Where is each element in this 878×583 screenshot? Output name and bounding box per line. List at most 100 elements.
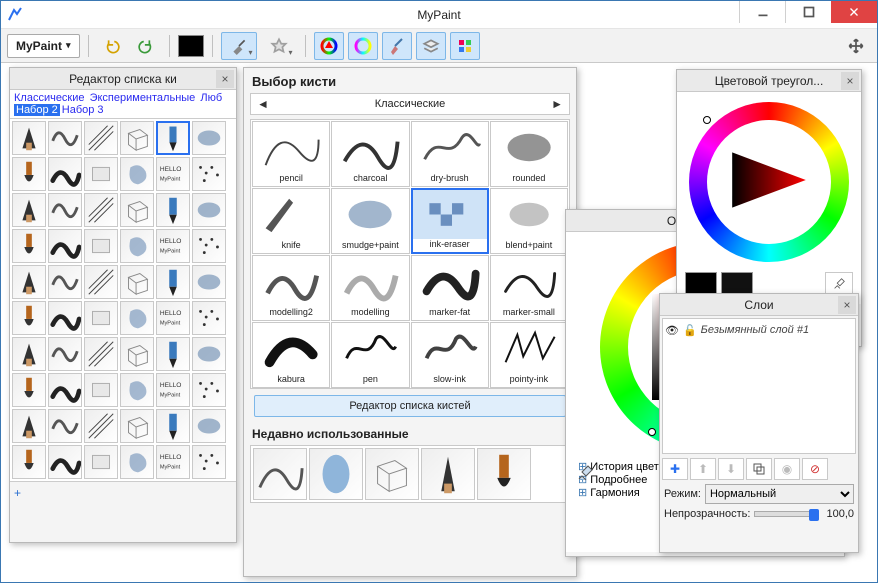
layers-button[interactable]: [416, 32, 446, 60]
duplicate-layer-button[interactable]: [746, 458, 772, 480]
brush-thumbnail[interactable]: [48, 409, 82, 443]
brush-thumbnail[interactable]: [48, 265, 82, 299]
brush-thumbnail[interactable]: [84, 229, 118, 263]
opacity-slider[interactable]: [754, 511, 816, 517]
recent-brush[interactable]: [365, 448, 419, 500]
brush-thumbnail[interactable]: [192, 445, 226, 479]
add-group-button[interactable]: +: [14, 486, 21, 500]
tab-nabor3[interactable]: Набор 3: [62, 104, 104, 116]
brush-thumbnail[interactable]: HELLOMyPaint: [156, 301, 190, 335]
brush-thumbnail[interactable]: [156, 121, 190, 155]
color-triangle-wheel[interactable]: [689, 102, 849, 262]
color-wheel-button[interactable]: [314, 32, 344, 60]
brush-thumbnail[interactable]: [120, 373, 154, 407]
add-layer-button[interactable]: ✚: [662, 458, 688, 480]
brush-thumbnail[interactable]: [48, 193, 82, 227]
brush-thumbnail[interactable]: [192, 193, 226, 227]
brush-thumbnail[interactable]: [120, 121, 154, 155]
brush-thumbnail[interactable]: [48, 301, 82, 335]
brush-thumbnail[interactable]: [84, 301, 118, 335]
next-category-button[interactable]: ►: [551, 97, 563, 111]
brush-thumbnail[interactable]: [48, 445, 82, 479]
maximize-button[interactable]: [785, 1, 831, 23]
brush-thumbnail[interactable]: [84, 193, 118, 227]
brush-thumbnail[interactable]: [48, 229, 82, 263]
brush-thumbnail[interactable]: [156, 337, 190, 371]
brush-thumbnail[interactable]: [12, 301, 46, 335]
brush-thumbnail[interactable]: [12, 373, 46, 407]
picker-brush-ink-eraser[interactable]: ink-eraser: [411, 188, 489, 254]
picker-brush-knife[interactable]: knife: [252, 188, 330, 254]
color-triangle-title[interactable]: Цветовой треугол... ×: [677, 70, 861, 92]
brush-thumbnail[interactable]: [120, 409, 154, 443]
picker-brush-marker-small[interactable]: marker-small: [490, 255, 568, 321]
brush-thumbnail[interactable]: HELLOMyPaint: [156, 157, 190, 191]
redo-button[interactable]: [131, 32, 161, 60]
color-handle[interactable]: [648, 428, 656, 436]
move-canvas-button[interactable]: [841, 32, 871, 60]
picker-brush-pencil[interactable]: pencil: [252, 121, 330, 187]
brush-thumbnail[interactable]: [84, 265, 118, 299]
picker-brush-smudge+paint[interactable]: smudge+paint: [331, 188, 409, 254]
brush-thumbnail[interactable]: [84, 409, 118, 443]
move-layer-up-button[interactable]: ⬆: [690, 458, 716, 480]
brush-thumbnail[interactable]: [12, 121, 46, 155]
panel-close-button[interactable]: ×: [838, 296, 856, 314]
brush-thumbnail[interactable]: [192, 301, 226, 335]
brush-thumbnail[interactable]: [120, 301, 154, 335]
panel-close-button[interactable]: ×: [841, 72, 859, 90]
tab-nabor2[interactable]: Набор 2: [14, 104, 60, 116]
prev-category-button[interactable]: ◄: [257, 97, 269, 111]
brush-thumbnail[interactable]: [156, 193, 190, 227]
hue-handle[interactable]: [703, 116, 711, 124]
recent-brush[interactable]: [421, 448, 475, 500]
picker-brush-pen[interactable]: pen: [331, 322, 409, 388]
brush-thumbnail[interactable]: [192, 229, 226, 263]
brush-thumbnail[interactable]: [48, 337, 82, 371]
lock-icon[interactable]: 🔓: [683, 324, 697, 337]
brush-thumbnail[interactable]: [84, 337, 118, 371]
brush-thumbnail[interactable]: [84, 373, 118, 407]
picker-brush-dry-brush[interactable]: dry-brush: [411, 121, 489, 187]
undo-button[interactable]: [97, 32, 127, 60]
brush-thumbnail[interactable]: [84, 445, 118, 479]
brush-list-editor-title[interactable]: Редактор списка ки ×: [10, 68, 236, 90]
picker-brush-kabura[interactable]: kabura: [252, 322, 330, 388]
plugin-tool-button[interactable]: [261, 32, 297, 60]
panel-close-button[interactable]: ×: [216, 70, 234, 88]
brush-thumbnail[interactable]: [192, 157, 226, 191]
minimize-button[interactable]: [739, 1, 785, 23]
brush-thumbnail[interactable]: [120, 229, 154, 263]
brush-thumbnail[interactable]: [120, 157, 154, 191]
blend-mode-select[interactable]: Нормальный: [705, 484, 854, 504]
brush-thumbnail[interactable]: HELLOMyPaint: [156, 373, 190, 407]
brush-tool-button[interactable]: [221, 32, 257, 60]
close-button[interactable]: [831, 1, 877, 23]
brush-thumbnail[interactable]: [12, 409, 46, 443]
picker-brush-blend+paint[interactable]: blend+paint: [490, 188, 568, 254]
brush-thumbnail[interactable]: [192, 121, 226, 155]
brush-thumbnail[interactable]: HELLOMyPaint: [156, 445, 190, 479]
recent-brush[interactable]: [309, 448, 363, 500]
brush-settings-button[interactable]: [382, 32, 412, 60]
current-color-swatch[interactable]: [178, 35, 204, 57]
scratchpad-button[interactable]: [450, 32, 480, 60]
brush-thumbnail[interactable]: HELLOMyPaint: [156, 229, 190, 263]
layers-title[interactable]: Слои ×: [660, 294, 858, 316]
brush-thumbnail[interactable]: [156, 409, 190, 443]
brush-thumbnail[interactable]: [84, 157, 118, 191]
brush-thumbnail[interactable]: [12, 445, 46, 479]
brush-thumbnail[interactable]: [84, 121, 118, 155]
eyedropper-button[interactable]: [576, 464, 594, 482]
picker-brush-charcoal[interactable]: charcoal: [331, 121, 409, 187]
brush-thumbnail[interactable]: [192, 409, 226, 443]
visibility-icon[interactable]: 👁: [665, 324, 679, 337]
move-layer-down-button[interactable]: ⬇: [718, 458, 744, 480]
brush-thumbnail[interactable]: [120, 337, 154, 371]
brush-thumbnail[interactable]: [120, 265, 154, 299]
brush-list-editor-button[interactable]: Редактор списка кистей: [254, 395, 566, 417]
recent-brush[interactable]: [253, 448, 307, 500]
brush-thumbnail[interactable]: [48, 373, 82, 407]
color-ring-button[interactable]: [348, 32, 378, 60]
picker-brush-modelling[interactable]: modelling: [331, 255, 409, 321]
